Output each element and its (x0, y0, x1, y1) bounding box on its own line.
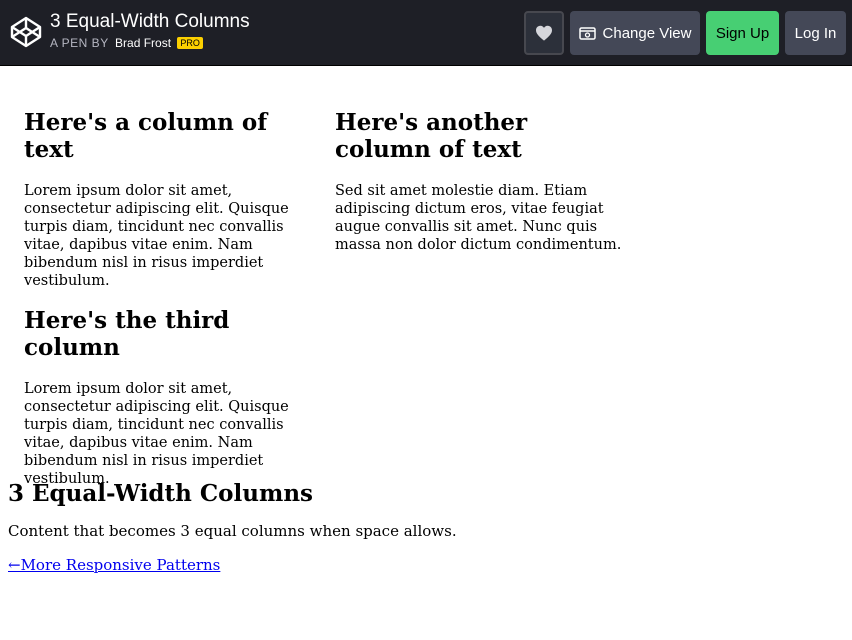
pen-title-block: 3 Equal-Width Columns A PEN BY Brad Fros… (50, 11, 250, 50)
column-text: Lorem ipsum dolor sit amet, consectetur … (24, 381, 289, 487)
author-link[interactable]: Brad Frost (115, 36, 171, 50)
pen-byline: A PEN BY Brad Frost PRO (50, 36, 250, 50)
column-2: Here's another column of text Sed sit am… (335, 109, 625, 254)
byline-label: A PEN BY (50, 36, 109, 50)
pro-badge: PRO (177, 37, 203, 49)
column-3: Here's the third column Lorem ipsum dolo… (24, 307, 304, 488)
heart-icon (536, 25, 552, 41)
change-view-button[interactable]: Change View (570, 11, 700, 55)
pen-title: 3 Equal-Width Columns (50, 11, 250, 32)
log-in-button[interactable]: Log In (785, 11, 846, 55)
change-view-icon (578, 26, 596, 40)
pattern-title: 3 Equal-Width Columns (8, 480, 313, 507)
column-text: Lorem ipsum dolor sit amet, consectetur … (24, 183, 289, 289)
heart-button[interactable] (524, 11, 564, 55)
change-view-label: Change View (602, 24, 692, 42)
column-heading: Here's a column of text (24, 109, 268, 163)
sign-up-button[interactable]: Sign Up (706, 11, 779, 55)
codepen-logo-icon[interactable] (10, 16, 42, 48)
codepen-header: 3 Equal-Width Columns A PEN BY Brad Fros… (0, 0, 852, 66)
pattern-info: 3 Equal-Width Columns Content that becom… (8, 480, 808, 574)
column-heading: Here's the third column (24, 307, 230, 361)
column-1: Here's a column of text Lorem ipsum dolo… (24, 109, 304, 290)
more-patterns-link[interactable]: ←More Responsive Patterns (8, 556, 220, 574)
pattern-description: Content that becomes 3 equal columns whe… (8, 522, 457, 540)
column-text: Sed sit amet molestie diam. Etiam adipis… (335, 183, 622, 253)
column-heading: Here's another column of text (335, 109, 528, 163)
